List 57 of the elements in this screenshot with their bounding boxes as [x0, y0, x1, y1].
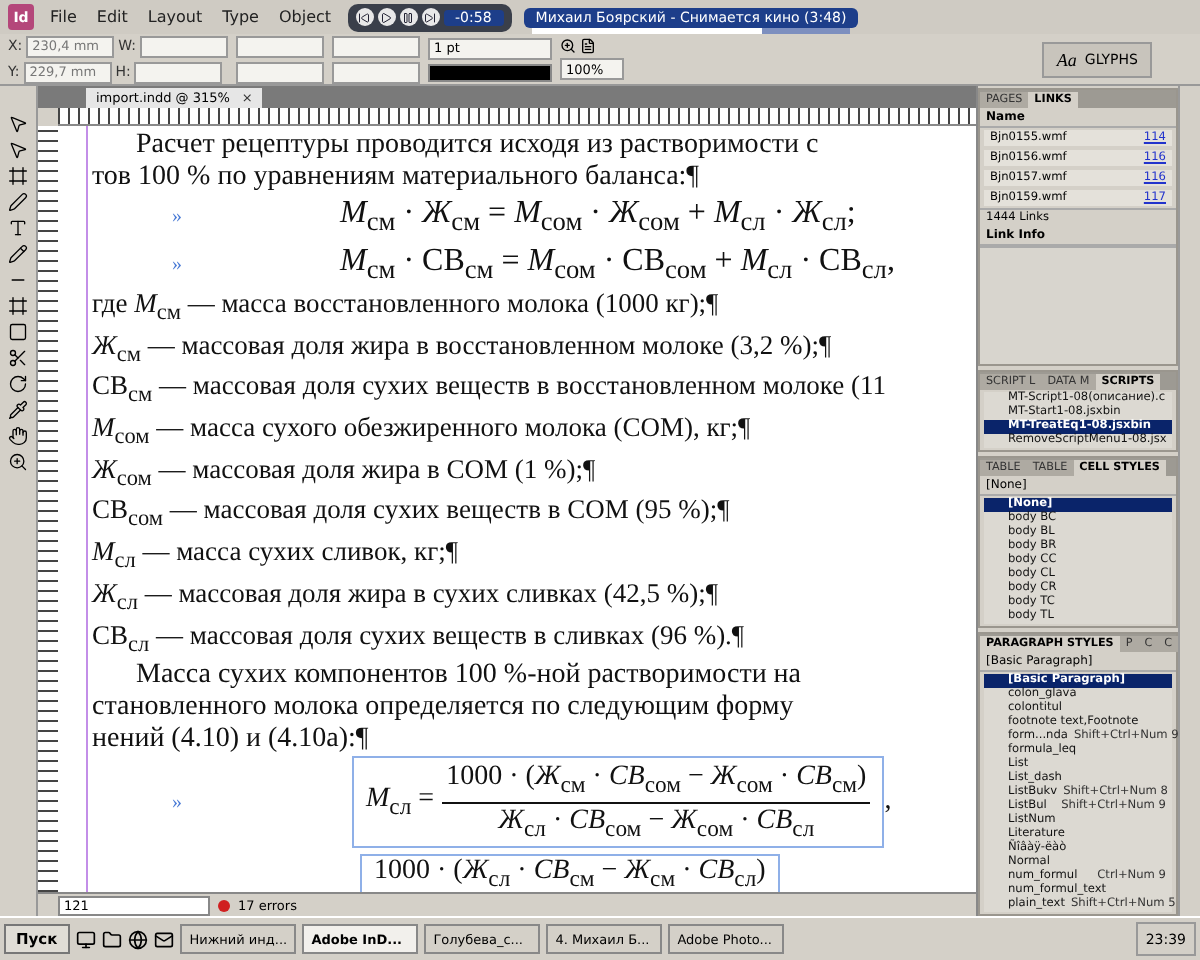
width-field[interactable]	[140, 35, 229, 57]
folder-icon[interactable]	[101, 929, 122, 949]
play-button[interactable]	[377, 8, 396, 26]
equation: М$_{см}$ · Ж$_{см}$ = М$_{сом}$ · Ж$_{сом}$ + М$_{сл}$ · Ж$_{сл}$;	[340, 196, 856, 239]
menu-item[interactable]: File	[46, 8, 81, 26]
menu-item[interactable]: Layout	[143, 8, 207, 26]
previous-button[interactable]	[355, 8, 374, 26]
equation-left-side: М$_{сл}$ =	[366, 784, 435, 821]
definition-line: М$_{сл}$ — масса сухих сливок, кг;¶	[92, 536, 460, 578]
scale-field[interactable]	[236, 35, 325, 57]
angle-field[interactable]	[332, 35, 421, 57]
numerator: 1000 · (Ж$_{см}$ · СВ$_{сом}$ − Ж$_{сом}$ · СВ$_{см}$)	[442, 759, 871, 804]
paragraph-line: становленного молока определяется по следующим форму	[92, 692, 796, 725]
scissors-icon[interactable]	[8, 348, 28, 368]
eyedropper-icon[interactable]	[8, 400, 28, 420]
globe-icon[interactable]	[127, 929, 148, 949]
definition-line: Ж$_{сл}$ — массовая доля жира в сухих сливках (42,5 %);¶	[92, 577, 720, 619]
hand-icon[interactable]	[8, 426, 28, 446]
menu-item[interactable]: Type	[218, 8, 263, 26]
denominator: Ж$_{сл}$ · СВ$_{сом}$ − Ж$_{сом}$ · СВ$_{сл}$	[498, 803, 815, 845]
stroke-type-swatch[interactable]	[428, 63, 553, 81]
equation: М$_{см}$ · СВ$_{см}$ = М$_{сом}$ · СВ$_{сом}$ + М$_{сл}$ · СВ$_{сл}$,	[340, 243, 895, 286]
rotate-icon[interactable]	[8, 374, 28, 394]
frame-icon[interactable]	[8, 296, 28, 316]
paragraph-line: тов 100 % по уравнениям материального баланса:¶	[92, 162, 702, 194]
rectangle-icon[interactable]	[8, 322, 28, 342]
definition-line: Ж$_{см}$ — массовая доля жира в восстановленном молоке (3,2 %);¶	[92, 329, 834, 371]
paragraph-line: Расчет рецептуры проводится исходя из растворимости с	[134, 130, 821, 162]
definition-line: где М$_{см}$ — масса восстановленного молока (1000 кг);¶	[92, 288, 721, 330]
type-icon[interactable]	[8, 218, 28, 238]
definition-line: СВ$_{сл}$ — массовая доля сухих веществ в сливках (96 %).¶	[92, 619, 747, 661]
comma: ,	[884, 786, 892, 819]
zoom-icon[interactable]	[8, 452, 28, 472]
definition-line: СВ$_{сом}$ — массовая доля сухих веществ в СОМ (95 %);¶	[92, 494, 732, 537]
paragraph-line: Масса сухих компонентов 100 %-ной растворимости на	[134, 660, 804, 693]
height-field[interactable]	[134, 61, 223, 83]
pause-button[interactable]	[399, 8, 418, 26]
definition-line: М$_{сом}$ — масса сухого обезжиренного молока (СОМ), кг;¶	[92, 412, 753, 454]
next-button[interactable]	[421, 8, 440, 26]
tab-mark: »	[170, 206, 184, 229]
error-icon	[218, 899, 230, 911]
mail-icon[interactable]	[153, 929, 174, 949]
shear-field[interactable]	[332, 61, 421, 83]
seek-track[interactable]	[531, 27, 851, 33]
definition-line: Ж$_{сом}$ — массовая доля жира в СОМ (1 %);¶	[92, 453, 598, 495]
pen-icon[interactable]	[8, 192, 28, 212]
glyphs-icon: Aa	[1056, 49, 1077, 69]
tab-mark: »	[170, 253, 184, 276]
menu-item[interactable]: Object	[274, 8, 336, 26]
pencil-icon[interactable]	[8, 244, 28, 264]
paragraph-line: нений (4.10) и (4.10a):¶	[92, 724, 371, 757]
desktop-icon[interactable]	[75, 929, 96, 949]
definition-line: СВ$_{см}$ — массовая доля сухих веществ в восстановленном молоке (11	[92, 370, 889, 413]
scale-field[interactable]	[236, 61, 325, 83]
zoom-icon	[560, 38, 577, 54]
tab-mark: »	[170, 791, 184, 814]
menu-item[interactable]: Edit	[92, 8, 132, 26]
